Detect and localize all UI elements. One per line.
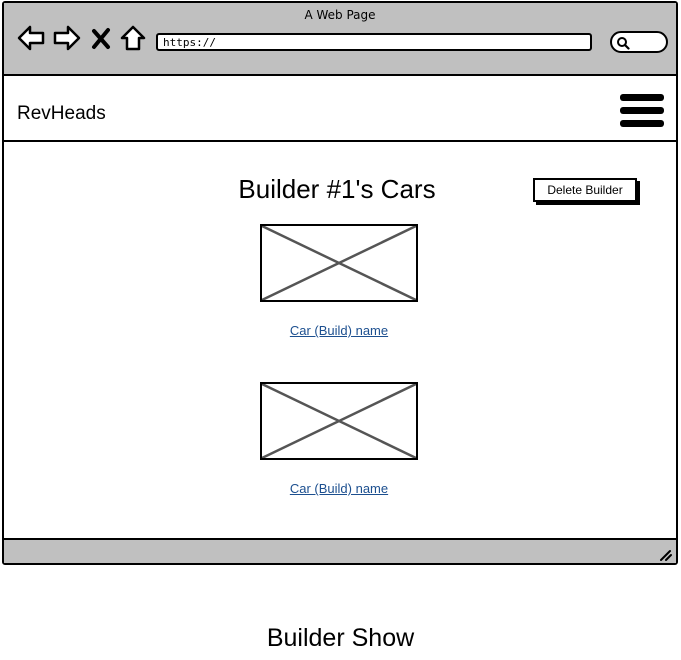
page-title: Builder #1's Cars (238, 174, 436, 204)
image-placeholder-icon (262, 226, 416, 300)
forward-arrow-icon[interactable] (52, 23, 82, 53)
car-image-placeholder (260, 224, 418, 302)
browser-window: A Web Page https:// RevHeads Builder #1'… (2, 1, 678, 565)
hamburger-menu-icon[interactable] (620, 94, 664, 132)
wireframe-caption: Builder Show (266, 624, 415, 652)
car-image-placeholder (260, 382, 418, 460)
car-card: Car (Build) name (260, 382, 418, 496)
status-bar (4, 538, 676, 563)
back-arrow-icon[interactable] (16, 23, 46, 53)
window-title: A Web Page (304, 8, 376, 22)
address-bar[interactable]: https:// (156, 33, 592, 51)
browser-chrome: A Web Page https:// (4, 3, 676, 76)
home-icon[interactable] (118, 23, 148, 53)
close-icon[interactable] (90, 23, 112, 53)
brand-logo-text[interactable]: RevHeads (17, 103, 106, 125)
address-text: https:// (163, 36, 216, 49)
image-placeholder-icon (262, 384, 416, 458)
app-header: RevHeads (4, 76, 676, 142)
car-card: Car (Build) name (260, 224, 418, 338)
search-button[interactable] (610, 31, 668, 53)
search-icon (617, 37, 630, 50)
car-name-link[interactable]: Car (Build) name (260, 323, 418, 338)
delete-builder-button[interactable]: Delete Builder (533, 178, 637, 202)
car-name-link[interactable]: Car (Build) name (260, 481, 418, 496)
resize-grip-icon[interactable] (658, 547, 672, 561)
